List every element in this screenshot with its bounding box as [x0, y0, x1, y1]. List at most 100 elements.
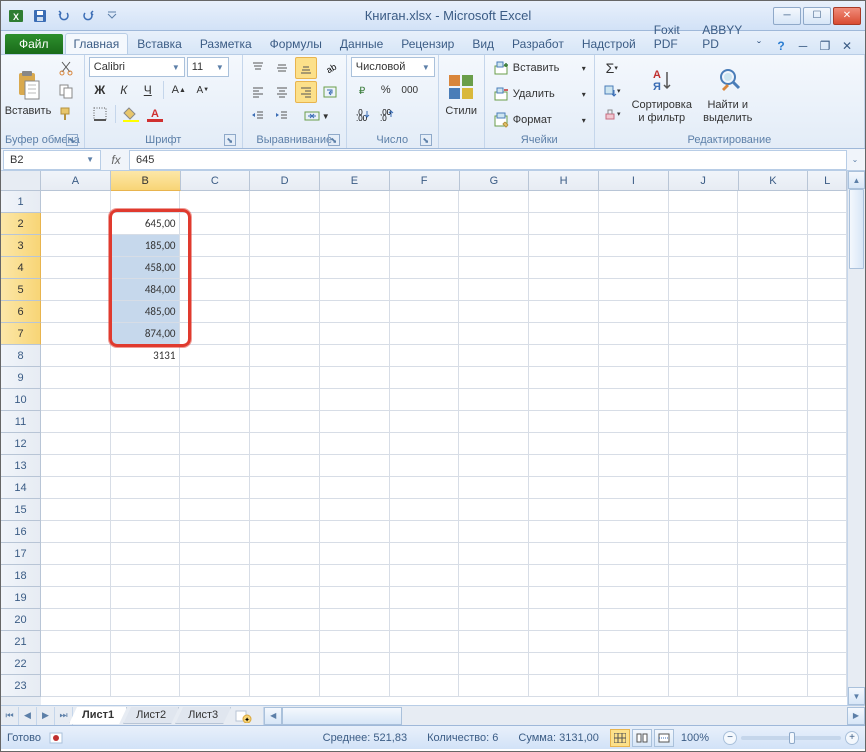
cell-H17[interactable] — [529, 543, 599, 565]
view-normal-icon[interactable] — [610, 729, 630, 747]
mdi-close-icon[interactable]: ✕ — [839, 38, 855, 54]
row-header-20[interactable]: 20 — [1, 609, 41, 631]
cell-I18[interactable] — [599, 565, 669, 587]
row-header-22[interactable]: 22 — [1, 653, 41, 675]
insert-cells-button[interactable]: Вставить ▾ — [489, 57, 590, 79]
cell-D12[interactable] — [250, 433, 320, 455]
scroll-up-icon[interactable]: ▲ — [848, 171, 865, 189]
cell-F14[interactable] — [390, 477, 460, 499]
cell-K3[interactable] — [738, 235, 808, 257]
cell-D4[interactable] — [250, 257, 320, 279]
cell-H22[interactable] — [529, 653, 599, 675]
cell-C19[interactable] — [180, 587, 250, 609]
cell-F21[interactable] — [390, 631, 460, 653]
merge-center-icon[interactable]: ▼ — [295, 105, 339, 127]
cell-A21[interactable] — [41, 631, 111, 653]
row-header-23[interactable]: 23 — [1, 675, 41, 697]
cell-I6[interactable] — [599, 301, 669, 323]
scroll-down-icon[interactable]: ▼ — [848, 687, 865, 705]
tab-abbyy[interactable]: ABBYY PD — [693, 19, 751, 54]
cell-I9[interactable] — [599, 367, 669, 389]
cell-C12[interactable] — [180, 433, 250, 455]
tab-addins[interactable]: Надстрой — [573, 33, 645, 54]
cell-D1[interactable] — [250, 191, 320, 213]
cell-J2[interactable] — [669, 213, 739, 235]
cell-A16[interactable] — [41, 521, 111, 543]
cell-K9[interactable] — [738, 367, 808, 389]
cell-D13[interactable] — [250, 455, 320, 477]
cell-K22[interactable] — [738, 653, 808, 675]
cell-A14[interactable] — [41, 477, 111, 499]
row-header-5[interactable]: 5 — [1, 279, 41, 301]
align-right-icon[interactable] — [295, 81, 317, 103]
cell-K21[interactable] — [738, 631, 808, 653]
cell-I8[interactable] — [599, 345, 669, 367]
cell-H3[interactable] — [529, 235, 599, 257]
cell-H7[interactable] — [529, 323, 599, 345]
row-header-1[interactable]: 1 — [1, 191, 41, 213]
cell-L23[interactable] — [808, 675, 847, 697]
sort-filter-button[interactable]: AЯ Сортировка и фильтр — [629, 57, 695, 132]
tab-insert[interactable]: Вставка — [128, 33, 191, 54]
cell-F15[interactable] — [390, 499, 460, 521]
cell-I5[interactable] — [599, 279, 669, 301]
font-color-icon[interactable]: A — [144, 103, 166, 125]
cell-G11[interactable] — [459, 411, 529, 433]
cell-F4[interactable] — [390, 257, 460, 279]
row-header-7[interactable]: 7 — [1, 323, 41, 345]
cell-L21[interactable] — [808, 631, 847, 653]
cell-G1[interactable] — [459, 191, 529, 213]
row-header-4[interactable]: 4 — [1, 257, 41, 279]
tab-home[interactable]: Главная — [65, 33, 129, 54]
cell-B10[interactable] — [111, 389, 181, 411]
cell-A19[interactable] — [41, 587, 111, 609]
close-button[interactable]: ✕ — [833, 7, 861, 25]
decrease-decimal-icon[interactable]: ,00,0 — [375, 103, 397, 125]
italic-button[interactable]: К — [113, 79, 135, 101]
cell-G12[interactable] — [459, 433, 529, 455]
cell-K11[interactable] — [738, 411, 808, 433]
cell-A4[interactable] — [41, 257, 111, 279]
cell-K13[interactable] — [738, 455, 808, 477]
cell-B5[interactable]: 484,00 — [111, 279, 181, 301]
cell-L9[interactable] — [808, 367, 847, 389]
autosum-icon[interactable]: Σ ▾ — [599, 57, 625, 79]
cell-L4[interactable] — [808, 257, 847, 279]
cell-A7[interactable] — [41, 323, 111, 345]
cell-I2[interactable] — [599, 213, 669, 235]
wrap-text-icon[interactable] — [319, 81, 341, 103]
sheet-nav-first-icon[interactable]: ⏮ — [1, 707, 19, 725]
cell-L15[interactable] — [808, 499, 847, 521]
cell-L10[interactable] — [808, 389, 847, 411]
column-header-I[interactable]: I — [599, 171, 669, 191]
cell-A20[interactable] — [41, 609, 111, 631]
cell-A12[interactable] — [41, 433, 111, 455]
cell-D22[interactable] — [250, 653, 320, 675]
cell-E4[interactable] — [320, 257, 390, 279]
cell-E1[interactable] — [320, 191, 390, 213]
tab-view[interactable]: Вид — [463, 33, 503, 54]
cell-G7[interactable] — [459, 323, 529, 345]
row-header-21[interactable]: 21 — [1, 631, 41, 653]
redo-icon[interactable] — [77, 5, 99, 27]
column-header-J[interactable]: J — [669, 171, 739, 191]
sheet-tab-3[interactable]: Лист3 — [175, 707, 231, 724]
cell-E13[interactable] — [320, 455, 390, 477]
cell-D20[interactable] — [250, 609, 320, 631]
cell-J3[interactable] — [669, 235, 739, 257]
cell-G9[interactable] — [459, 367, 529, 389]
cell-G22[interactable] — [459, 653, 529, 675]
cell-B22[interactable] — [111, 653, 181, 675]
cell-I4[interactable] — [599, 257, 669, 279]
cell-E18[interactable] — [320, 565, 390, 587]
number-dialog-launcher[interactable]: ⬊ — [420, 134, 432, 146]
row-header-12[interactable]: 12 — [1, 433, 41, 455]
cell-I21[interactable] — [599, 631, 669, 653]
cell-L3[interactable] — [808, 235, 847, 257]
cell-G19[interactable] — [459, 587, 529, 609]
paste-button[interactable]: Вставить — [5, 57, 51, 132]
cell-B13[interactable] — [111, 455, 181, 477]
cell-K17[interactable] — [738, 543, 808, 565]
cell-H16[interactable] — [529, 521, 599, 543]
cell-C10[interactable] — [180, 389, 250, 411]
